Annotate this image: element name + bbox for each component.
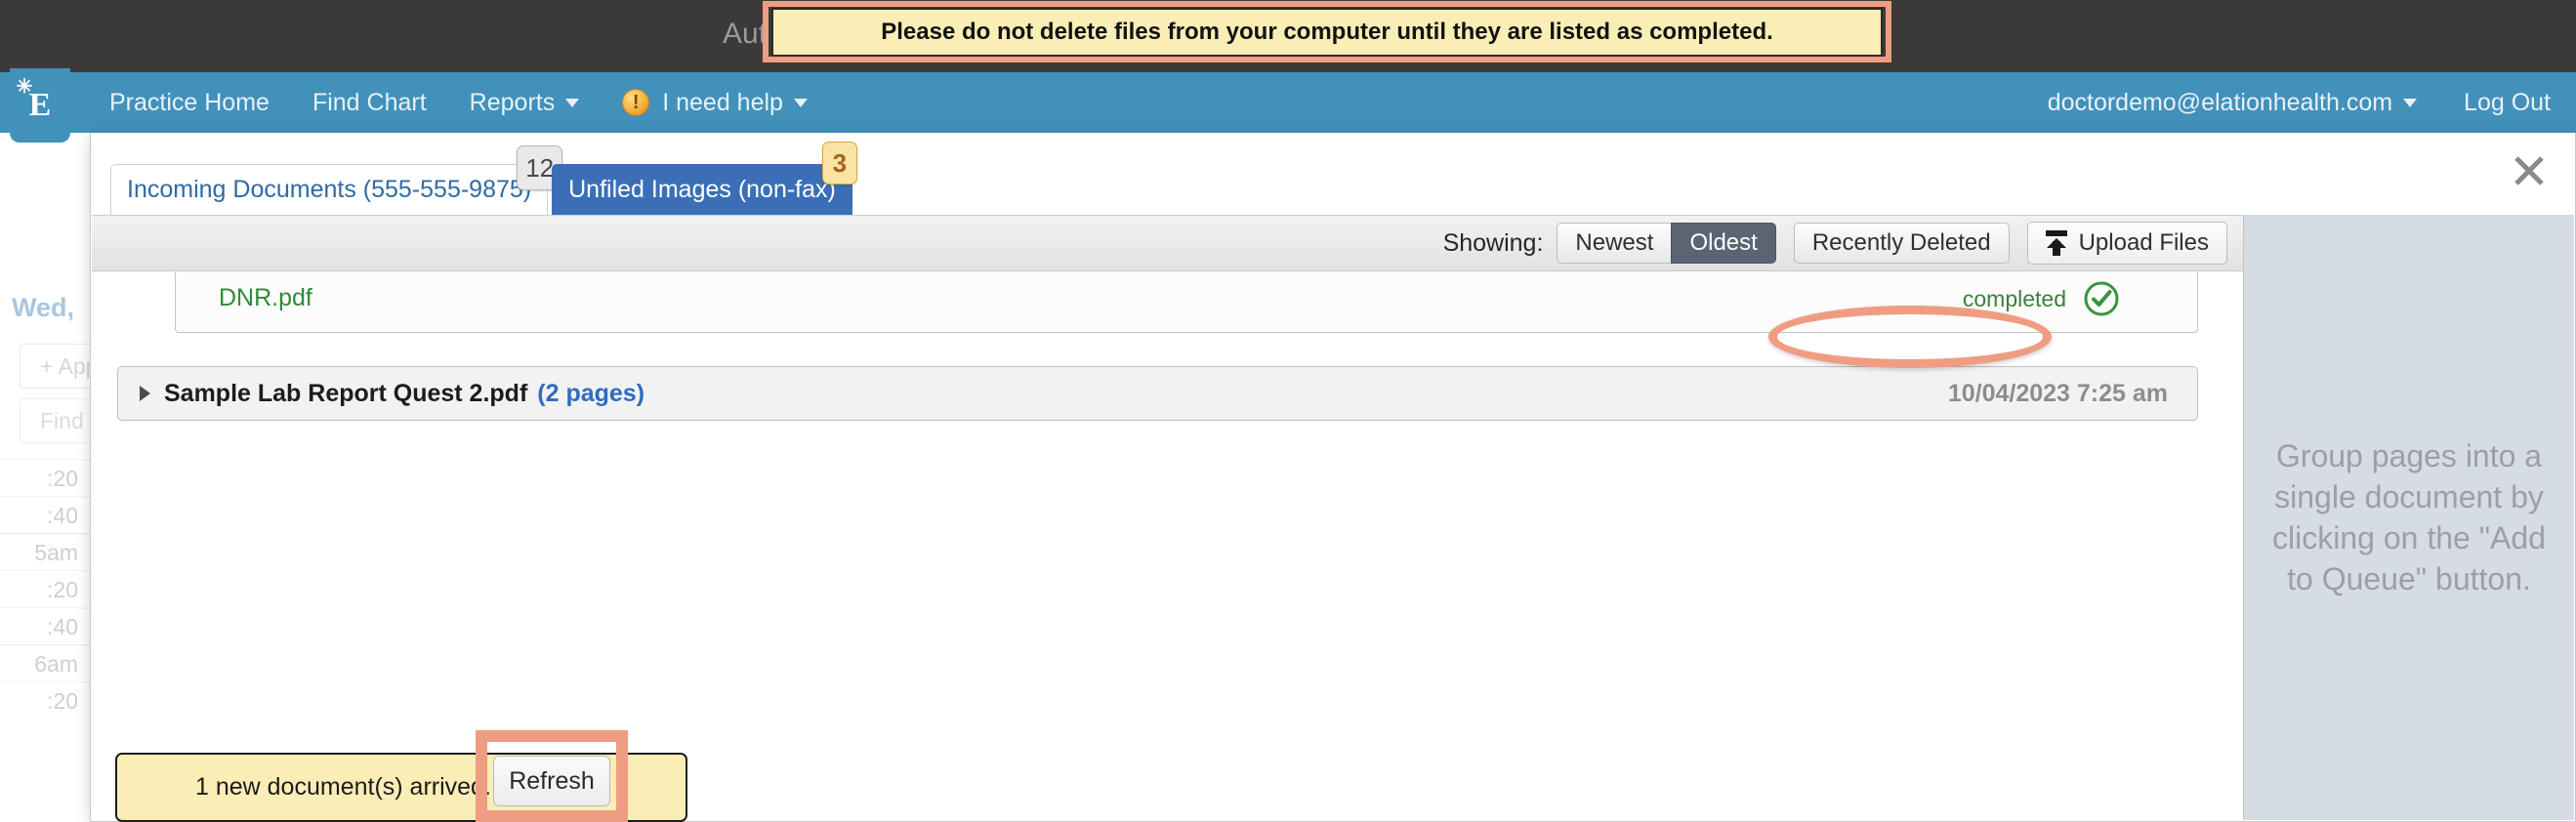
documents-toolbar: Showing: Newest Oldest Recently Deleted … bbox=[92, 215, 2243, 271]
logout-link[interactable]: Log Out bbox=[2464, 89, 2551, 117]
table-row[interactable]: Sample Lab Report Quest 2.pdf (2 pages) … bbox=[117, 366, 2198, 421]
time-label: :20 bbox=[47, 577, 78, 602]
time-label: :20 bbox=[47, 688, 78, 714]
disclosure-triangle-icon[interactable] bbox=[140, 386, 150, 401]
nav-item-label: Find Chart bbox=[312, 88, 427, 116]
upload-files-button[interactable]: Upload Files bbox=[2026, 222, 2227, 265]
nav-right-group: doctordemo@elationhealth.com Log Out bbox=[2001, 72, 2551, 133]
nav-item-label: Practice Home bbox=[109, 88, 270, 116]
calendar-date-label: Wed, bbox=[12, 293, 75, 322]
elation-logo-icon[interactable]: E bbox=[10, 68, 70, 143]
sort-option-newest[interactable]: Newest bbox=[1557, 223, 1672, 264]
queue-helper-panel: Group pages into a single document by cl… bbox=[2243, 215, 2574, 820]
queue-helper-text: Group pages into a single document by cl… bbox=[2272, 437, 2546, 597]
tab-label: Incoming Documents (555-555-9875) bbox=[127, 176, 532, 203]
tab-badge-count: 3 bbox=[821, 142, 857, 185]
nav-item-reports[interactable]: Reports bbox=[470, 89, 580, 117]
sort-segmented-control: Newest Oldest bbox=[1557, 223, 1776, 264]
nav-item-practice-home[interactable]: Practice Home bbox=[109, 89, 270, 117]
document-title: Sample Lab Report Quest 2.pdf bbox=[164, 379, 528, 407]
warning-banner-text: Please do not delete files from your com… bbox=[881, 19, 1773, 45]
document-timestamp: 10/04/2023 7:25 am bbox=[1947, 379, 2168, 407]
nav-items: Practice Home Find Chart Reports ! I nee… bbox=[109, 72, 851, 133]
completed-status-highlight bbox=[1768, 306, 2052, 368]
showing-label: Showing: bbox=[1442, 228, 1544, 257]
main-navigation-bar: E Practice Home Find Chart Reports ! I n… bbox=[0, 68, 2576, 143]
warning-banner: Please do not delete files from your com… bbox=[771, 8, 1883, 57]
tab-unfiled-images[interactable]: Unfiled Images (non-fax) 3 bbox=[552, 142, 857, 215]
nav-item-find-chart[interactable]: Find Chart bbox=[312, 89, 427, 117]
tab-incoming-documents[interactable]: Incoming Documents (555-555-9875) 12 bbox=[110, 145, 563, 215]
nav-item-label: I need help bbox=[662, 88, 783, 116]
time-label: :20 bbox=[47, 466, 78, 491]
top-strip-occluded-text: Aut bbox=[723, 18, 768, 50]
time-label: 6am bbox=[34, 651, 78, 677]
document-page-count-link[interactable]: (2 pages) bbox=[537, 380, 644, 408]
documents-modal: Incoming Documents (555-555-9875) 12 Unf… bbox=[90, 133, 2576, 822]
nav-item-i-need-help[interactable]: ! I need help bbox=[622, 89, 808, 117]
account-menu[interactable]: doctordemo@elationhealth.com bbox=[2047, 88, 2418, 117]
time-label: :40 bbox=[47, 503, 78, 528]
tab-label: Unfiled Images (non-fax) bbox=[568, 176, 836, 203]
upload-icon bbox=[2045, 230, 2067, 256]
status-badge: completed bbox=[1962, 286, 2066, 311]
warning-icon: ! bbox=[622, 89, 650, 116]
close-icon[interactable] bbox=[2513, 154, 2546, 187]
time-label: :40 bbox=[47, 614, 78, 639]
modal-tabs: Incoming Documents (555-555-9875) 12 Unf… bbox=[110, 142, 857, 215]
new-documents-notice-text: 1 new document(s) arrived. bbox=[195, 773, 491, 801]
nav-item-label: Reports bbox=[469, 88, 556, 116]
account-email: doctordemo@elationhealth.com bbox=[2047, 88, 2393, 116]
recently-deleted-group: Recently Deleted bbox=[1793, 223, 2010, 264]
sort-option-oldest[interactable]: Oldest bbox=[1671, 223, 1776, 264]
chevron-down-icon bbox=[565, 98, 580, 107]
chevron-down-icon bbox=[2403, 98, 2418, 107]
refresh-button[interactable]: Refresh bbox=[493, 756, 610, 806]
check-circle-icon bbox=[2082, 279, 2121, 318]
chevron-down-icon bbox=[793, 98, 808, 107]
time-label: 5am bbox=[34, 540, 78, 565]
upload-files-label: Upload Files bbox=[2078, 229, 2209, 256]
logout-label: Log Out bbox=[2464, 88, 2551, 116]
document-filename-link[interactable]: DNR.pdf bbox=[219, 284, 312, 312]
recently-deleted-button[interactable]: Recently Deleted bbox=[1793, 223, 2010, 264]
